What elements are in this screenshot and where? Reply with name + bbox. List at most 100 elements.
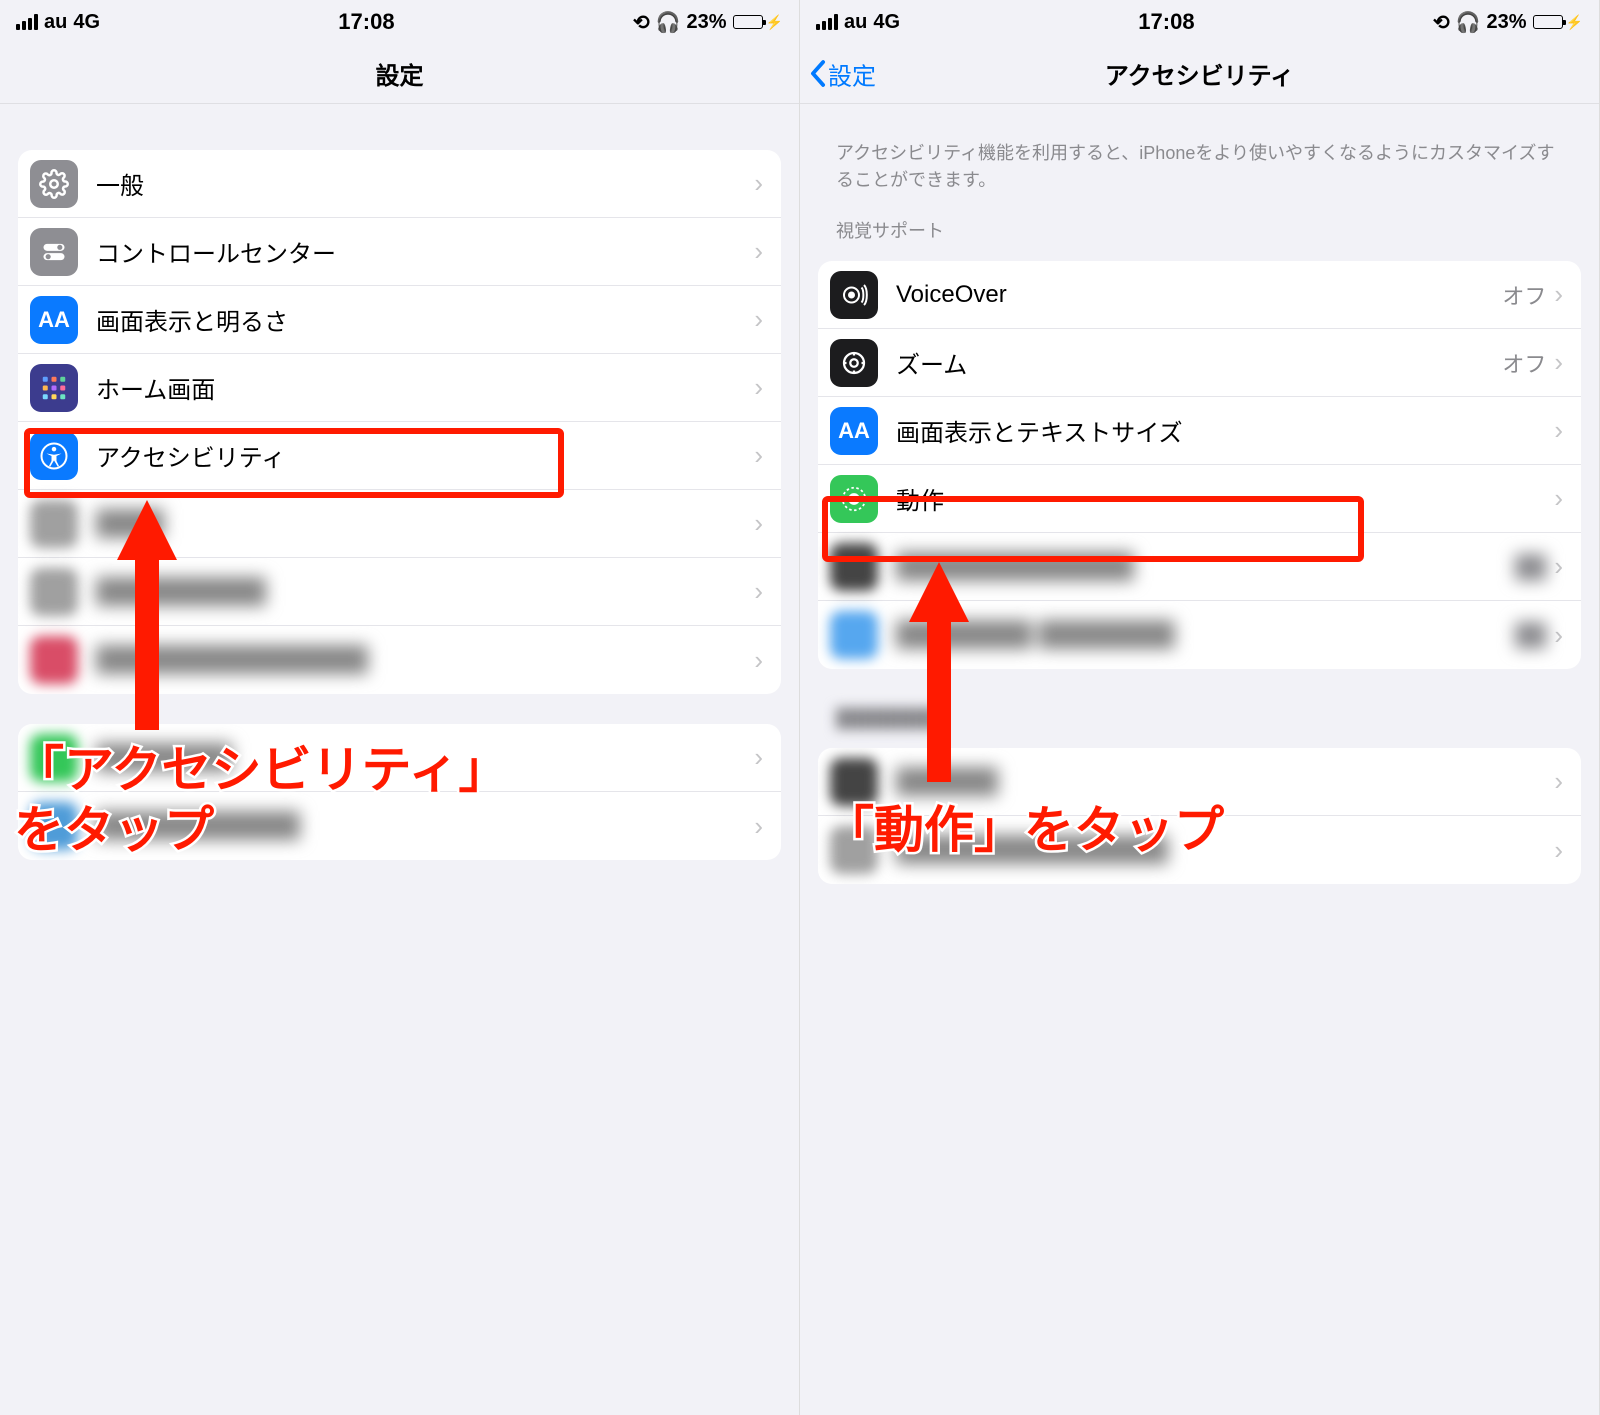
toggles-icon [30, 228, 78, 276]
row-redacted[interactable]: ████████████████ › [818, 816, 1581, 884]
blurred-icon [30, 802, 78, 850]
row-home[interactable]: ホーム画面 › [18, 354, 781, 422]
blurred-icon [30, 568, 78, 616]
chevron-right-icon: › [754, 236, 763, 267]
gear-icon [30, 160, 78, 208]
blurred-icon [30, 636, 78, 684]
row-accessibility[interactable]: アクセシビリティ › [18, 422, 781, 490]
chevron-right-icon: › [754, 372, 763, 403]
carrier-label: au [44, 11, 67, 34]
status-time: 17:08 [100, 9, 633, 35]
battery-percent: 23% [687, 11, 727, 34]
settings-content: 一般 › コントロールセンター › AA 画面表示と明るさ › [0, 150, 799, 900]
row-redacted[interactable]: ████████ › [18, 724, 781, 792]
row-display[interactable]: AA 画面表示と明るさ › [18, 286, 781, 354]
status-time: 17:08 [900, 9, 1433, 35]
row-label: 動作 [896, 481, 1554, 516]
battery-icon: ⚡ [1533, 14, 1583, 31]
row-redacted[interactable]: ████████ ████████ ██ › [818, 601, 1581, 669]
row-label: ホーム画面 [96, 370, 754, 405]
row-redacted[interactable]: ██████ › [818, 748, 1581, 816]
row-redacted[interactable]: ████████████████ › [18, 626, 781, 694]
accessibility-icon [30, 432, 78, 480]
chevron-right-icon: › [1554, 835, 1563, 866]
row-redacted[interactable]: ██████████ › [18, 558, 781, 626]
row-control-center[interactable]: コントロールセンター › [18, 218, 781, 286]
chevron-right-icon: › [754, 645, 763, 676]
row-label: アクセシビリティ [96, 438, 754, 473]
blurred-icon [830, 543, 878, 591]
row-label: ████████ [96, 744, 754, 772]
back-label: 設定 [828, 56, 876, 91]
row-label: ██████████████ [896, 553, 1515, 581]
nav-bar: 設定 [0, 44, 799, 104]
motion-icon [830, 475, 878, 523]
chevron-right-icon: › [754, 576, 763, 607]
battery-icon: ⚡ [733, 14, 783, 31]
lock-rotation-icon: ⟲ [1433, 10, 1450, 35]
row-motion[interactable]: 動作 › [818, 465, 1581, 533]
row-label: コントロールセンター [96, 234, 754, 269]
nav-bar: 設定 アクセシビリティ [800, 44, 1599, 104]
row-value: ██ [1515, 554, 1546, 580]
page-title: アクセシビリティ [1105, 56, 1294, 91]
row-value: オフ [1502, 279, 1546, 311]
row-label: ██████████ [96, 578, 754, 606]
row-label: 画面表示と明るさ [96, 302, 754, 337]
carrier-label: au [844, 11, 867, 34]
chevron-right-icon: › [1554, 620, 1563, 651]
row-label: ████████████ [96, 812, 754, 840]
chevron-right-icon: › [754, 811, 763, 842]
row-redacted[interactable]: ██████████████ ██ › [818, 533, 1581, 601]
chevron-right-icon: › [1554, 415, 1563, 446]
page-title: 設定 [376, 56, 424, 91]
lock-rotation-icon: ⟲ [633, 10, 650, 35]
accessibility-content: アクセシビリティ機能を利用すると、iPhoneをより使いやすくなるようにカスタマ… [800, 104, 1599, 924]
blurred-icon [830, 611, 878, 659]
chevron-right-icon: › [1554, 279, 1563, 310]
blurred-icon [830, 758, 878, 806]
chevron-right-icon: › [754, 508, 763, 539]
row-label: ズーム [896, 345, 1502, 380]
back-button[interactable]: 設定 [810, 56, 876, 91]
settings-group-1: 一般 › コントロールセンター › AA 画面表示と明るさ › [18, 150, 781, 694]
chevron-right-icon: › [1554, 347, 1563, 378]
battery-percent: 23% [1487, 11, 1527, 34]
row-label: ████████████████ [96, 646, 754, 674]
text-size-icon: AA [830, 407, 878, 455]
row-label: 一般 [96, 166, 754, 201]
status-bar: au 4G 17:08 ⟲ 🎧 23% ⚡ [0, 0, 799, 44]
row-textsize[interactable]: AA 画面表示とテキストサイズ › [818, 397, 1581, 465]
chevron-right-icon: › [1554, 483, 1563, 514]
settings-group-2: ████████ › ████████████ › [18, 724, 781, 860]
section-description: アクセシビリティ機能を利用すると、iPhoneをより使いやすくなるようにカスタマ… [800, 104, 1599, 202]
row-value: ██ [1515, 622, 1546, 648]
vision-group: VoiceOver オフ › ズーム オフ › AA 画面表示とテキストサイズ … [818, 261, 1581, 669]
row-general[interactable]: 一般 › [18, 150, 781, 218]
section-header-redacted: ████████ [800, 669, 1599, 742]
row-voiceover[interactable]: VoiceOver オフ › [818, 261, 1581, 329]
row-value: オフ [1502, 347, 1546, 379]
redacted-group: ██████ › ████████████████ › [818, 748, 1581, 884]
row-label: ████████ ████████ [896, 621, 1515, 649]
row-label: ████ [96, 510, 754, 538]
row-redacted[interactable]: ████ › [18, 490, 781, 558]
blurred-icon [30, 500, 78, 548]
chevron-right-icon: › [1554, 551, 1563, 582]
zoom-icon [830, 339, 878, 387]
chevron-right-icon: › [754, 440, 763, 471]
headphones-icon: 🎧 [1456, 10, 1481, 35]
accessibility-screen: au 4G 17:08 ⟲ 🎧 23% ⚡ 設定 アクセシビリティ アクセシビリ… [800, 0, 1600, 1415]
blurred-icon [30, 734, 78, 782]
text-size-icon: AA [30, 296, 78, 344]
row-zoom[interactable]: ズーム オフ › [818, 329, 1581, 397]
signal-icon [816, 14, 838, 30]
network-label: 4G [873, 11, 900, 34]
row-label: 画面表示とテキストサイズ [896, 413, 1554, 448]
row-redacted[interactable]: ████████████ › [18, 792, 781, 860]
voiceover-icon [830, 271, 878, 319]
network-label: 4G [73, 11, 100, 34]
chevron-right-icon: › [754, 742, 763, 773]
signal-icon [16, 14, 38, 30]
headphones-icon: 🎧 [656, 10, 681, 35]
